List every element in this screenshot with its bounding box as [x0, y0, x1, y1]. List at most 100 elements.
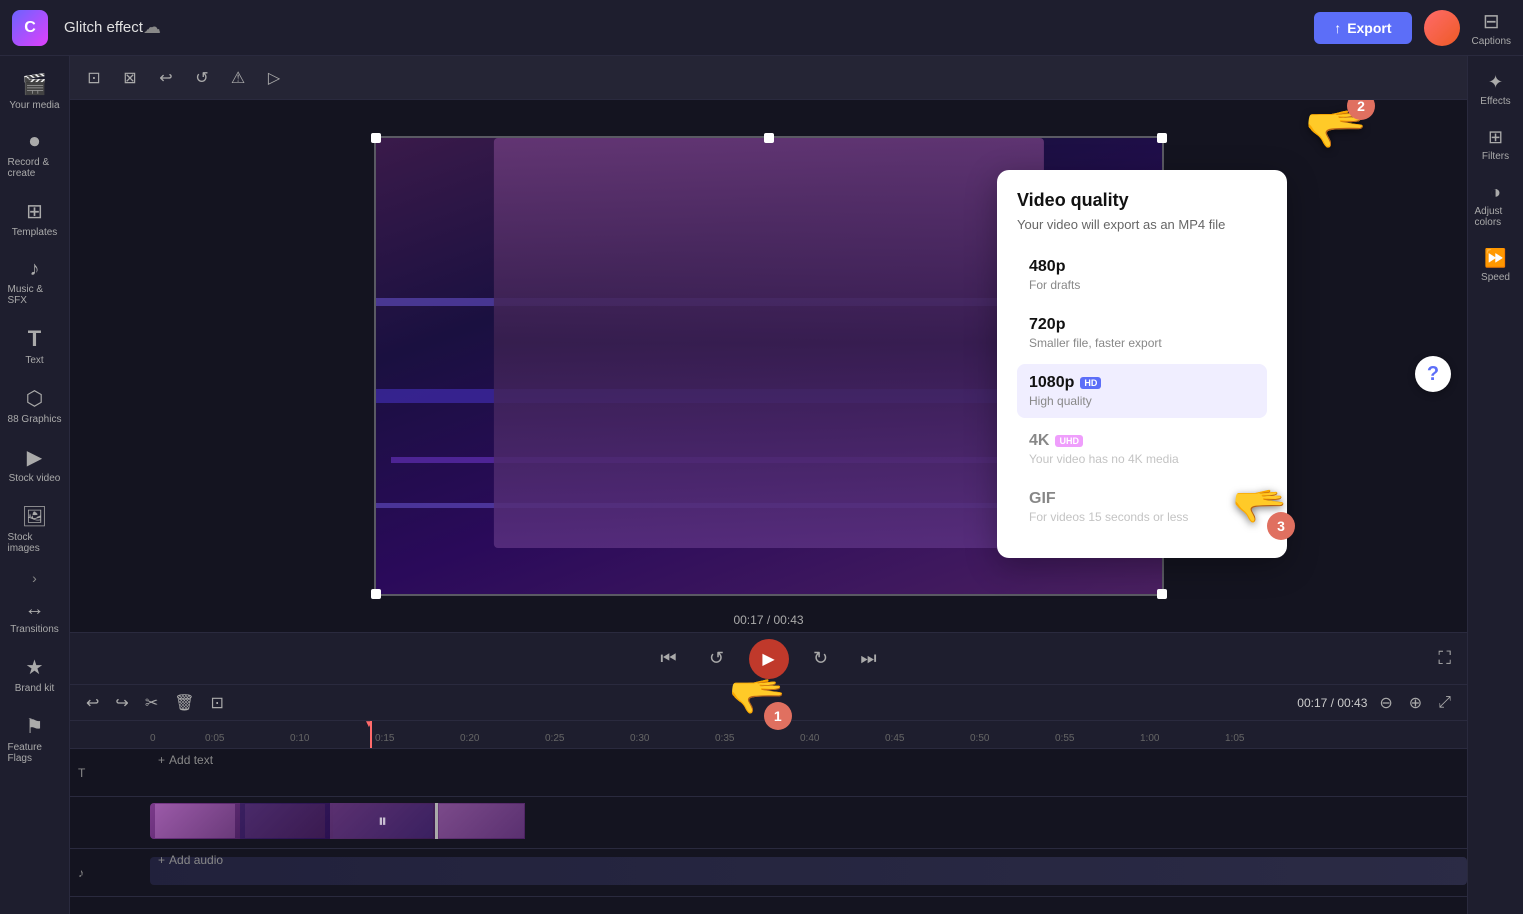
transitions-icon: ↔: [25, 598, 45, 621]
sidebar-label-transitions: Transitions: [10, 624, 59, 635]
sidebar-expand-icon[interactable]: ›: [32, 570, 37, 586]
quality-badge-hd: HD: [1080, 377, 1101, 389]
quality-res-720p: 720p: [1029, 316, 1065, 334]
end-time: 00:43: [774, 613, 804, 627]
help-button[interactable]: ?: [1415, 356, 1451, 392]
timeline: ↩ ↪ ✂ 🗑 ⊡ 00:17 / 00:43 ⊖ ⊕ ⤢: [70, 684, 1467, 914]
add-audio-label: Add audio: [169, 853, 223, 867]
topbar: C Glitch effect ☁ ↑ Export ⊟ Captions: [0, 0, 1523, 56]
redo-tool[interactable]: ↺: [186, 62, 218, 94]
sidebar-item-templates[interactable]: ⊞ Templates: [4, 191, 66, 246]
sidebar-item-music[interactable]: ♪ Music & SFX: [4, 250, 66, 314]
video-clip[interactable]: ⏸: [150, 803, 550, 839]
playhead[interactable]: [370, 721, 372, 748]
project-title: Glitch effect: [64, 19, 143, 36]
rewind-5s-button[interactable]: ↺: [701, 643, 733, 675]
sidebar-item-text[interactable]: T Text: [4, 318, 66, 374]
sidebar-item-stock-images[interactable]: 🖼 Stock images: [4, 496, 66, 562]
step-badge-2: 2: [1347, 100, 1375, 120]
text-track-icon: T: [78, 766, 85, 780]
sidebar-label-stock-video: Stock video: [9, 473, 61, 484]
right-tool-filters[interactable]: ⊞ Filters: [1471, 119, 1521, 170]
cloud-icon[interactable]: ☁: [143, 17, 161, 38]
quality-option-480p[interactable]: 480p For drafts: [1017, 248, 1267, 302]
skip-forward-button[interactable]: ⏭: [853, 643, 885, 675]
export-button[interactable]: ↑ Export: [1314, 12, 1411, 44]
sidebar-label-text: Text: [25, 355, 43, 366]
alert-tool[interactable]: ⚠: [222, 62, 254, 94]
handle-top-left[interactable]: [371, 133, 381, 143]
feature-flags-icon: ⚑: [26, 714, 44, 739]
ruler-mark-035: 0:35: [715, 733, 734, 744]
duplicate-tool[interactable]: ⊡: [207, 689, 228, 717]
fit-timeline-button[interactable]: ⤢: [1434, 690, 1455, 716]
crop-tool[interactable]: ⊠: [114, 62, 146, 94]
redo-timeline[interactable]: ↪: [111, 689, 132, 717]
media-icon: 🎬: [22, 72, 47, 97]
record-icon: ⏺: [30, 131, 40, 154]
delete-tool[interactable]: 🗑: [170, 689, 198, 717]
handle-bottom-left[interactable]: [371, 589, 381, 599]
templates-icon: ⊞: [26, 199, 43, 224]
undo-timeline[interactable]: ↩: [82, 689, 103, 717]
text-track-content: + Add text: [150, 749, 1467, 796]
clip-segment-1: [150, 803, 240, 839]
quality-desc-4k: Your video has no 4K media: [1029, 452, 1255, 466]
ruler-mark-105: 1:05: [1225, 733, 1244, 744]
timeline-ruler: 0 0:05 0:10 0:15 0:20 0:25 0:30 0:35 0:4…: [70, 721, 1467, 749]
add-text-plus: +: [158, 753, 165, 767]
forward-5s-button[interactable]: ↻: [805, 643, 837, 675]
undo-tool[interactable]: ↩: [150, 62, 182, 94]
right-tool-adjust-colors[interactable]: ◑ Adjust colors: [1471, 174, 1521, 236]
pause-indicator: ⏸: [378, 811, 387, 832]
add-text-button[interactable]: + Add text: [150, 749, 1467, 771]
adjust-colors-label: Adjust colors: [1475, 206, 1517, 228]
add-audio-button[interactable]: + Add audio: [150, 849, 1467, 871]
avatar[interactable]: [1424, 10, 1460, 46]
handle-top-middle[interactable]: [764, 133, 774, 143]
hand-icon-2: 🫳: [1305, 101, 1367, 157]
sidebar-item-transitions[interactable]: ↔ Transitions: [4, 590, 66, 643]
sidebar-item-your-media[interactable]: 🎬 Your media: [4, 64, 66, 119]
quality-option-720p[interactable]: 720p Smaller file, faster export: [1017, 306, 1267, 360]
right-tool-speed[interactable]: ⏩ Speed: [1471, 240, 1521, 291]
sidebar-item-record-create[interactable]: ⏺ Record & create: [4, 123, 66, 187]
sidebar-item-stock-video[interactable]: ▶ Stock video: [4, 437, 66, 492]
cut-tool[interactable]: ✂: [141, 689, 162, 717]
right-tool-effects[interactable]: ✦ Effects: [1471, 64, 1521, 115]
zoom-out-button[interactable]: ⊖: [1375, 689, 1396, 717]
main-layout: 🎬 Your media ⏺ Record & create ⊞ Templat…: [0, 56, 1523, 914]
ruler-mark-040: 0:40: [800, 733, 819, 744]
quality-option-1080p[interactable]: 1080p HD High quality: [1017, 364, 1267, 418]
quality-res-1080p: 1080p: [1029, 374, 1074, 392]
send-tool[interactable]: ▷: [258, 62, 290, 94]
audio-track-content: + Add audio: [150, 849, 1467, 896]
captions-button[interactable]: ⊟ Captions: [1472, 9, 1511, 47]
quality-option-gif[interactable]: GIF For videos 15 seconds or less: [1017, 480, 1267, 534]
captions-icon: ⊟: [1483, 9, 1500, 34]
play-button[interactable]: ▶: [749, 639, 789, 679]
timeline-toolbar-right: 00:17 / 00:43 ⊖ ⊕ ⤢: [1297, 689, 1455, 717]
export-label: Export: [1347, 20, 1391, 36]
ruler-mark-005: 0:05: [205, 733, 224, 744]
app-logo: C: [12, 10, 48, 46]
clip-thumb-4: [439, 804, 524, 838]
quality-option-4k[interactable]: 4K UHD Your video has no 4K media: [1017, 422, 1267, 476]
handle-bottom-right[interactable]: [1157, 589, 1167, 599]
fit-tool[interactable]: ⊡: [78, 62, 110, 94]
fullscreen-button[interactable]: ⛶: [1438, 648, 1451, 669]
handle-top-right[interactable]: [1157, 133, 1167, 143]
quality-res-gif: GIF: [1029, 490, 1056, 508]
music-icon: ♪: [30, 258, 40, 281]
help-label: ?: [1427, 363, 1439, 386]
sidebar-item-brand-kit[interactable]: ★ Brand kit: [4, 647, 66, 702]
zoom-in-button[interactable]: ⊕: [1405, 689, 1426, 717]
graphics-icon: ⬡: [26, 386, 43, 411]
sidebar-item-feature-flags[interactable]: ⚑ Feature Flags: [4, 706, 66, 772]
skip-back-button[interactable]: ⏮: [653, 643, 685, 675]
center-panel: ⊡ ⊠ ↩ ↺ ⚠ ▷: [70, 56, 1467, 914]
ruler-mark-055: 0:55: [1055, 733, 1074, 744]
sidebar-item-graphics[interactable]: ⬡ 88 Graphics: [4, 378, 66, 433]
add-audio-plus: +: [158, 853, 165, 867]
clip-segment-4: [435, 803, 525, 839]
